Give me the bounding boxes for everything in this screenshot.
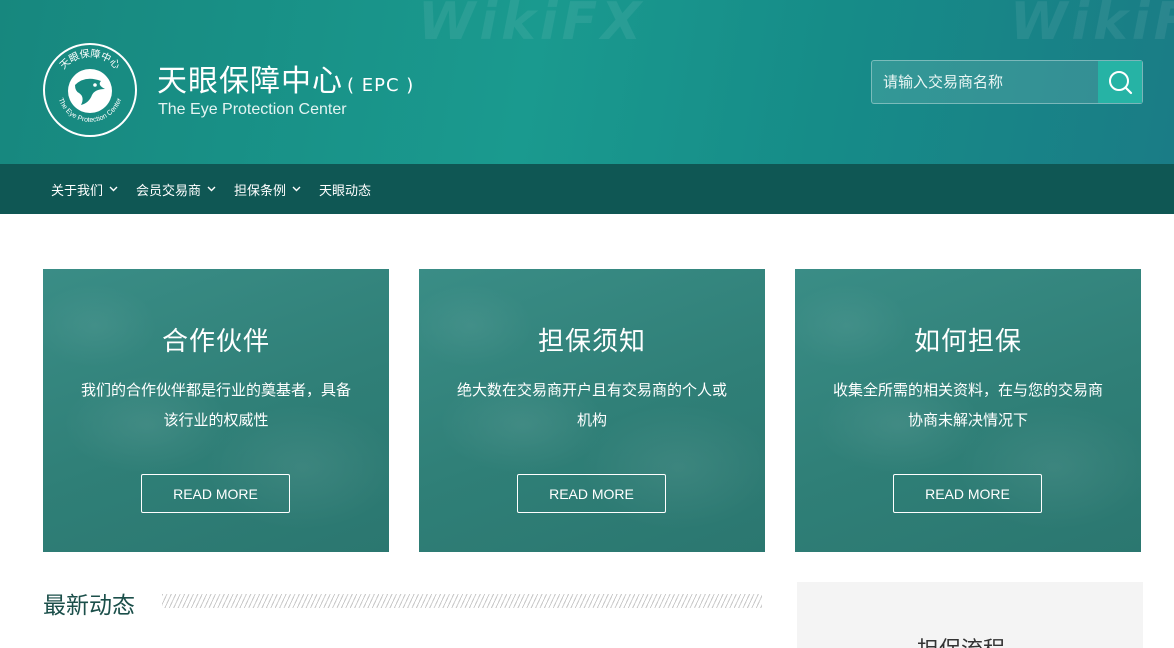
side-panel-title: 担保流程: [917, 632, 1005, 648]
site-title-text: 天眼保障中心: [157, 64, 343, 99]
guarantee-process-panel: 担保流程: [797, 582, 1143, 648]
main-nav: 关于我们 会员交易商 担保条例 天眼动态: [0, 164, 1174, 214]
read-more-button[interactable]: READ MORE: [141, 474, 290, 513]
nav-item-about[interactable]: 关于我们: [51, 180, 118, 199]
search-icon: [1109, 71, 1133, 95]
card-title: 如何担保: [913, 327, 1022, 357]
card-description: 绝大数在交易商开户且有交易商的个人或机构: [456, 381, 727, 429]
news-section-title: 最新动态: [43, 593, 135, 619]
chevron-down-icon: [109, 186, 118, 192]
watermark: WikiFX: [418, 0, 646, 52]
chevron-down-icon: [207, 186, 216, 192]
read-more-button[interactable]: READ MORE: [893, 474, 1042, 513]
site-title: 天眼保障中心( EPC ): [157, 56, 414, 100]
nav-item-member-brokers[interactable]: 会员交易商: [136, 180, 216, 199]
card-description: 我们的合作伙伴都是行业的奠基者，具备该行业的权威性: [80, 381, 351, 429]
site-logo[interactable]: 天眼保障中心 The Eye Protection Center: [43, 43, 137, 137]
watermark: WikiFX: [1010, 0, 1174, 52]
site-subtitle: The Eye Protection Center: [158, 101, 347, 118]
nav-item-news[interactable]: 天眼动态: [319, 180, 371, 199]
site-header: WikiFX WikiFX 天眼保障中心 The Eye Protection …: [0, 0, 1174, 164]
site-title-suffix: ( EPC ): [347, 75, 415, 96]
search-bar: [871, 60, 1143, 104]
read-more-button[interactable]: READ MORE: [517, 474, 666, 513]
hatched-divider: [162, 594, 762, 608]
nav-item-label: 天眼动态: [319, 183, 372, 199]
card-title: 合作伙伴: [161, 327, 270, 357]
nav-item-label: 会员交易商: [136, 183, 202, 199]
chevron-down-icon: [292, 186, 301, 192]
nav-item-guarantee-terms[interactable]: 担保条例: [234, 180, 301, 199]
card-description: 收集全所需的相关资料，在与您的交易商协商未解决情况下: [832, 381, 1103, 429]
svg-text:天眼保障中心: 天眼保障中心: [58, 47, 122, 72]
eagle-logo-icon: 天眼保障中心 The Eye Protection Center: [57, 47, 124, 124]
card-how-to-guarantee[interactable]: 如何担保 收集全所需的相关资料，在与您的交易商协商未解决情况下 READ MOR…: [795, 269, 1141, 552]
nav-item-label: 担保条例: [234, 183, 287, 199]
card-title: 担保须知: [537, 327, 646, 357]
nav-item-label: 关于我们: [51, 183, 104, 199]
card-guarantee-notice[interactable]: 担保须知 绝大数在交易商开户且有交易商的个人或机构 READ MORE: [419, 269, 765, 552]
search-button[interactable]: [1098, 61, 1142, 103]
card-partners[interactable]: 合作伙伴 我们的合作伙伴都是行业的奠基者，具备该行业的权威性 READ MORE: [43, 269, 389, 552]
search-input[interactable]: [872, 61, 1098, 103]
